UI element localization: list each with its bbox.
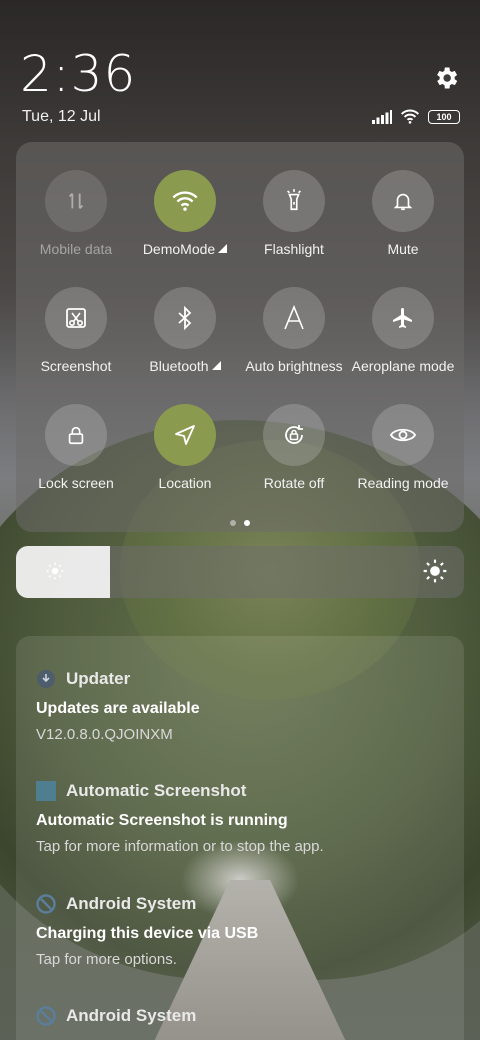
tile-mute[interactable]: Mute (348, 170, 458, 257)
notification-android-system[interactable]: Android System (36, 1003, 456, 1029)
notification-app-name: Automatic Screenshot (66, 781, 247, 800)
notification-list: Updater Updates are available V12.0.8.0.… (16, 636, 464, 1040)
page-dot[interactable] (230, 520, 236, 526)
notification-automatic-screenshot[interactable]: Automatic Screenshot Automatic Screensho… (36, 778, 456, 855)
page-indicator (16, 520, 464, 526)
notification-text: Tap for more options. (36, 951, 177, 968)
status-header: 2:36 Tue, 12 Jul 100 (0, 0, 480, 140)
tile-label: Auto brightness (245, 358, 343, 374)
expand-triangle-icon (218, 244, 228, 253)
page-dot-active[interactable] (244, 520, 250, 526)
notification-usb-charging[interactable]: Android System Charging this device via … (36, 891, 456, 968)
flashlight-icon (263, 170, 325, 232)
android-system-icon (36, 1006, 56, 1026)
notification-app-name: Android System (66, 1006, 197, 1025)
expand-triangle-icon (211, 361, 221, 370)
wifi-icon (154, 170, 216, 232)
tile-reading-mode[interactable]: Reading mode (348, 404, 458, 491)
eye-icon (372, 404, 434, 466)
gear-icon[interactable] (432, 64, 460, 92)
airplane-icon (372, 287, 434, 349)
tile-bluetooth[interactable]: Bluetooth (130, 287, 240, 374)
date: Tue, 12 Jul (22, 108, 101, 125)
brightness-slider[interactable] (16, 546, 464, 598)
notification-app-name: Updater (66, 669, 131, 688)
tile-label: DemoMode (142, 241, 216, 257)
lock-icon (45, 404, 107, 466)
tile-label: Reading mode (357, 475, 449, 491)
auto-brightness-icon (263, 287, 325, 349)
updater-icon (37, 670, 55, 688)
tile-location[interactable]: Location (130, 404, 240, 491)
battery-indicator: 100 (428, 109, 460, 124)
tile-rotate-off[interactable]: Rotate off (239, 404, 349, 491)
notification-title: Charging this device via USB (36, 925, 259, 942)
notification-updater[interactable]: Updater Updates are available V12.0.8.0.… (36, 666, 456, 743)
tile-label: Bluetooth (149, 358, 209, 374)
tile-label: Mute (387, 241, 419, 257)
signal-icon (372, 109, 392, 124)
app-square-icon (36, 781, 56, 801)
tile-label: Lock screen (38, 475, 114, 491)
notification-title: Updates are available (36, 700, 200, 717)
location-icon (154, 404, 216, 466)
tile-label: Flashlight (264, 241, 324, 257)
status-icons: 100 (372, 109, 460, 124)
quick-settings-panel: Mobile data DemoMode Flashlight Mute Scr… (16, 142, 464, 532)
tile-label: Screenshot (40, 358, 112, 374)
tile-screenshot[interactable]: Screenshot (21, 287, 131, 374)
brightness-high-icon (422, 558, 448, 589)
tile-aeroplane-mode[interactable]: Aeroplane mode (348, 287, 458, 374)
notification-app-name: Android System (66, 894, 197, 913)
tile-demo-mode[interactable]: DemoMode (130, 170, 240, 257)
tile-auto-brightness[interactable]: Auto brightness (239, 287, 349, 374)
brightness-low-icon (44, 560, 66, 587)
tile-label: Aeroplane mode (351, 358, 455, 374)
tile-label: Mobile data (39, 241, 113, 257)
android-system-icon (36, 894, 56, 914)
tile-mobile-data[interactable]: Mobile data (21, 170, 131, 257)
rotate-lock-icon (263, 404, 325, 466)
tile-flashlight[interactable]: Flashlight (239, 170, 349, 257)
tile-lock-screen[interactable]: Lock screen (21, 404, 131, 491)
bluetooth-icon (154, 287, 216, 349)
battery-level: 100 (436, 111, 452, 122)
notification-title: Automatic Screenshot is running (36, 812, 288, 829)
notification-text: V12.0.8.0.QJOINXM (36, 726, 173, 743)
bell-icon (372, 170, 434, 232)
screenshot-icon (45, 287, 107, 349)
mobile-data-icon (45, 170, 107, 232)
notification-text: Tap for more information or to stop the … (36, 838, 324, 855)
tile-label: Rotate off (263, 475, 325, 491)
clock: 2:36 (20, 45, 137, 103)
wifi-status-icon (400, 109, 420, 124)
tile-label: Location (158, 475, 212, 491)
